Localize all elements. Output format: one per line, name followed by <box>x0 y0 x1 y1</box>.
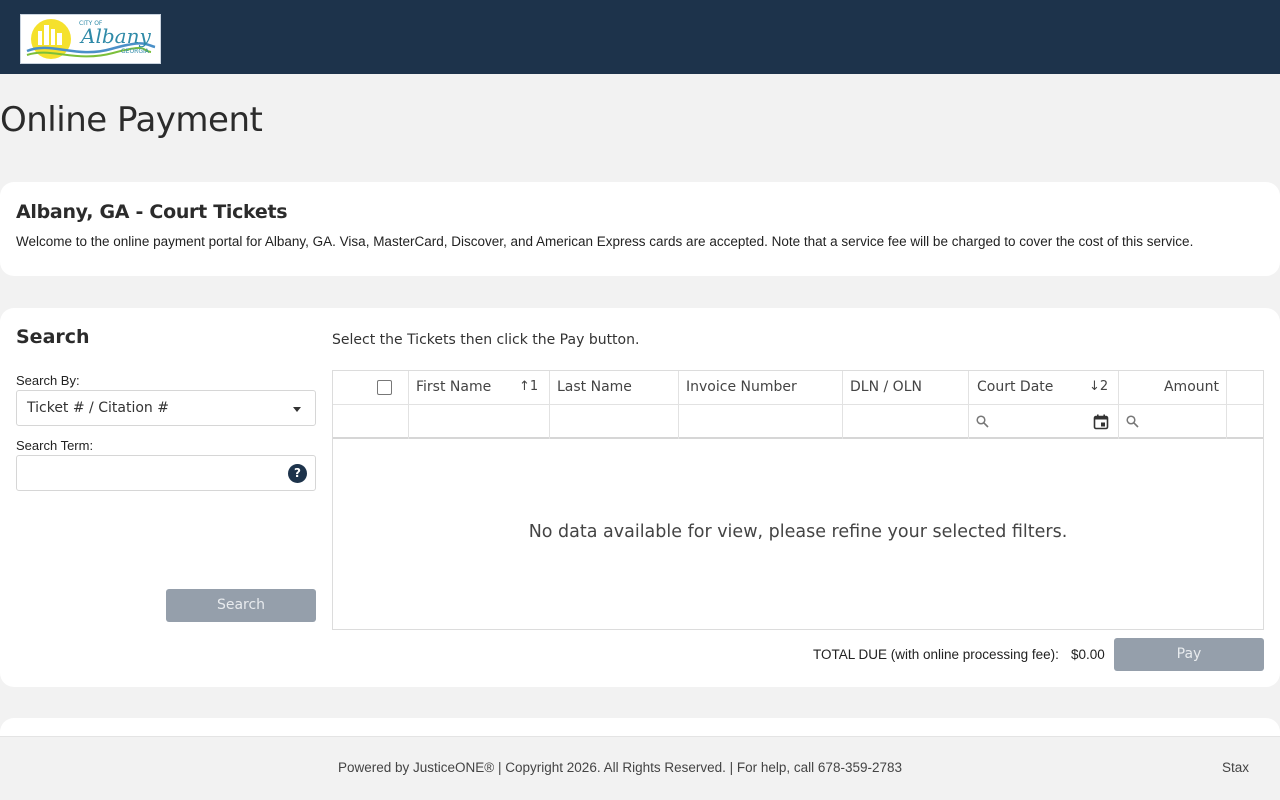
footer: Powered by JusticeONE® | Copyright 2026.… <box>0 736 1280 800</box>
empty-state-message: No data available for view, please refin… <box>528 522 1068 542</box>
total-due-value: $0.00 <box>1071 647 1105 662</box>
intro-heading: Albany, GA - Court Tickets <box>16 201 288 223</box>
top-header-bar: CITY OF Albany GEORGIA <box>0 0 1280 74</box>
column-select-all <box>333 371 409 405</box>
calendar-icon[interactable] <box>1093 414 1109 430</box>
select-all-checkbox[interactable] <box>377 380 392 395</box>
city-logo[interactable]: CITY OF Albany GEORGIA <box>20 14 161 64</box>
column-dln-oln[interactable]: DLN / OLN <box>843 371 969 405</box>
column-title-amount: Amount <box>1163 379 1219 395</box>
column-title-court-date: Court Date <box>977 379 1054 395</box>
logo-line2: Albany <box>79 24 151 48</box>
search-term-input[interactable] <box>16 455 316 491</box>
search-term-label: Search Term: <box>16 438 94 453</box>
sort-desc-icon: ↓2 <box>1089 379 1109 394</box>
search-heading: Search <box>16 326 90 348</box>
sort-asc-icon: ↑1 <box>519 379 539 394</box>
column-title-dln-oln: DLN / OLN <box>850 379 922 395</box>
column-last-name[interactable]: Last Name <box>550 371 679 405</box>
court-date-filter[interactable] <box>969 405 1119 439</box>
footer-stax-link[interactable]: Stax <box>1222 760 1249 775</box>
grid-header-row: First Name ↑1 Last Name Invoice Number D… <box>333 371 1263 405</box>
search-by-label: Search By: <box>16 373 80 388</box>
grid-filter-row <box>333 405 1263 439</box>
column-spacer <box>1227 371 1263 405</box>
total-due-label: TOTAL DUE (with online processing fee): <box>813 647 1059 662</box>
footer-copyright: Powered by JusticeONE® | Copyright 2026.… <box>338 760 902 775</box>
logo-line3: GEORGIA <box>121 48 150 55</box>
column-invoice-number[interactable]: Invoice Number <box>679 371 843 405</box>
intro-text: Welcome to the online payment portal for… <box>16 234 1194 249</box>
filter-cell-dln-oln <box>843 405 969 439</box>
filter-cell-first-name <box>409 405 550 439</box>
intro-card: Albany, GA - Court Tickets Welcome to th… <box>0 182 1280 276</box>
column-court-date[interactable]: Court Date ↓2 <box>969 371 1119 405</box>
filter-cell-invoice-number <box>679 405 843 439</box>
filter-cell-spacer <box>1227 405 1263 439</box>
filter-cell-last-name <box>550 405 679 439</box>
tickets-grid: First Name ↑1 Last Name Invoice Number D… <box>332 370 1264 630</box>
column-title-first-name: First Name <box>416 379 492 395</box>
amount-filter[interactable] <box>1119 405 1227 439</box>
column-title-last-name: Last Name <box>557 379 632 395</box>
column-first-name[interactable]: First Name ↑1 <box>409 371 550 405</box>
pay-button[interactable]: Pay <box>1114 638 1264 671</box>
payment-card: Search Search By: Ticket # / Citation # … <box>0 308 1280 687</box>
search-by-select[interactable]: Ticket # / Citation # <box>16 390 316 426</box>
results-instruction: Select the Tickets then click the Pay bu… <box>332 332 640 348</box>
caret-down-icon <box>293 407 301 412</box>
search-icon <box>976 415 989 428</box>
filter-cell-select <box>333 405 409 439</box>
search-icon <box>1126 415 1139 428</box>
page-title: Online Payment <box>0 100 263 140</box>
column-amount[interactable]: Amount <box>1119 371 1227 405</box>
column-title-invoice-number: Invoice Number <box>686 379 797 395</box>
help-icon[interactable]: ? <box>288 464 307 483</box>
search-by-value: Ticket # / Citation # <box>27 400 169 416</box>
search-button[interactable]: Search <box>166 589 316 622</box>
albany-logo-icon: CITY OF Albany GEORGIA <box>26 19 156 59</box>
